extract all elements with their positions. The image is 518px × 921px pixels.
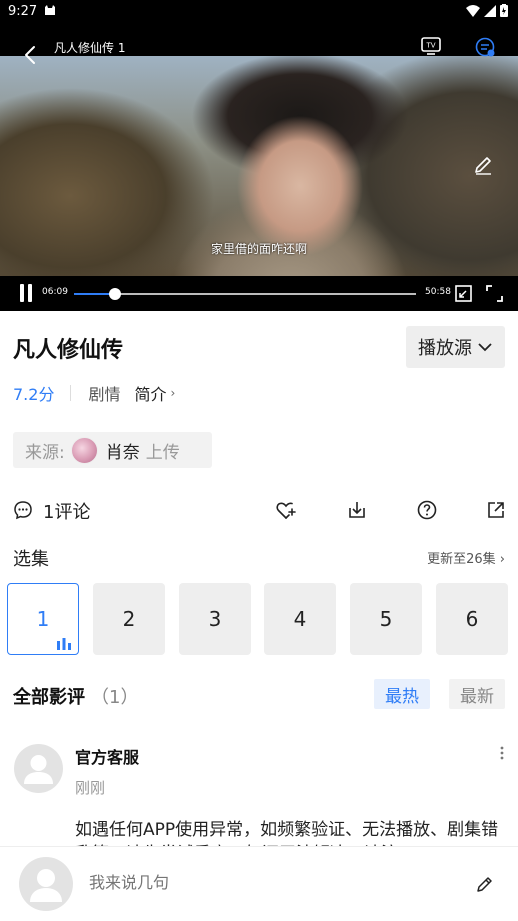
player-controls: 06:09 50:58 <box>0 276 518 311</box>
app-notification-icon <box>45 5 55 15</box>
action-row: 1评论 <box>0 494 518 526</box>
download-icon[interactable] <box>346 499 368 521</box>
total-time: 50:58 <box>425 287 451 297</box>
user-placeholder-icon <box>30 869 62 902</box>
comment-icon[interactable] <box>13 500 33 520</box>
episode-button[interactable]: 5 <box>350 583 422 655</box>
score: 7.2分 <box>13 385 55 404</box>
meta-row: 7.2分 剧情 简介 › <box>13 382 175 404</box>
source-dropdown-button[interactable]: 播放源 <box>406 326 505 368</box>
intro-link[interactable]: 简介 <box>134 381 166 405</box>
episode-number: 4 <box>293 607 307 631</box>
uploader-avatar <box>70 436 98 464</box>
sort-new-button[interactable]: 最新 <box>449 679 505 709</box>
pencil-icon[interactable] <box>472 154 494 176</box>
back-icon[interactable] <box>20 44 42 66</box>
progress-thumb[interactable] <box>109 288 122 300</box>
help-icon[interactable] <box>416 499 438 521</box>
reviews-title: 全部影评 <box>13 687 85 708</box>
episode-button[interactable]: 6 <box>436 583 508 655</box>
signal-icon <box>484 4 496 17</box>
uploader-action: 上传 <box>145 442 180 463</box>
review-time: 刚刚 <box>75 779 106 797</box>
uploader-chip[interactable]: 来源: 肖奈 上传 <box>13 432 212 468</box>
share-icon[interactable] <box>485 499 507 521</box>
status-bar: 9:27 <box>0 0 518 24</box>
genre-tag[interactable]: 剧情 <box>88 381 120 405</box>
sort-hot-button[interactable]: 最热 <box>374 679 430 709</box>
episode-button[interactable]: 2 <box>93 583 165 655</box>
uploader-label: 来源: <box>25 442 65 463</box>
avatar[interactable] <box>14 744 63 793</box>
review-item: 官方客服 刚刚 如遇任何APP使用异常，如频繁验证、无法播放、剧集错乱等，请先尝… <box>0 740 518 850</box>
episode-grid: 1 2 3 4 5 6 <box>7 583 511 655</box>
episodes-label: 选集 <box>13 549 49 570</box>
tv-cast-icon[interactable]: TV <box>420 36 442 56</box>
favorite-icon[interactable] <box>275 499 297 521</box>
mini-window-icon[interactable] <box>455 285 472 302</box>
user-placeholder-icon <box>24 755 53 784</box>
episode-number: 3 <box>208 607 222 631</box>
current-time: 06:09 <box>42 287 68 297</box>
episode-number: 5 <box>379 607 393 631</box>
episode-button[interactable]: 4 <box>264 583 336 655</box>
status-time: 9:27 <box>8 4 38 19</box>
video-subtitle: 家里借的面咋还啊 <box>210 242 307 256</box>
episode-button[interactable]: 3 <box>179 583 251 655</box>
progress-bar[interactable] <box>74 288 416 300</box>
system-icons <box>466 4 508 17</box>
pause-icon[interactable] <box>18 284 34 302</box>
comment-input[interactable] <box>89 873 449 892</box>
episode-button[interactable]: 1 <box>7 583 79 655</box>
comment-count[interactable]: 1评论 <box>43 498 90 524</box>
fullscreen-icon[interactable] <box>486 285 503 302</box>
episode-number: 2 <box>122 607 136 631</box>
episode-number: 6 <box>465 607 479 631</box>
divider <box>70 385 72 401</box>
reviews-heading: 全部影评 （1） <box>13 683 138 709</box>
battery-icon <box>500 4 508 17</box>
episodes-update-link[interactable]: 更新至26集 › <box>427 548 505 567</box>
video-title: 凡人修仙传 1 <box>54 41 126 55</box>
episode-number: 1 <box>36 607 50 631</box>
uploader-name: 肖奈 <box>105 442 140 463</box>
reviews-count: （1） <box>91 687 139 708</box>
show-title: 凡人修仙传 <box>13 338 124 363</box>
chevron-down-icon <box>478 343 492 352</box>
episodes-update-text: 更新至26集 <box>427 552 496 567</box>
playing-indicator-icon <box>57 638 71 650</box>
reviewer-name[interactable]: 官方客服 <box>75 744 139 768</box>
more-icon[interactable] <box>496 745 508 761</box>
danmu-icon[interactable] <box>474 36 496 58</box>
comment-bar <box>0 846 518 921</box>
edit-icon[interactable] <box>475 874 495 894</box>
video-player[interactable]: 凡人修仙传 1 TV 家里借的面咋还啊 06:09 50:58 <box>0 24 518 311</box>
svg-text:TV: TV <box>425 42 435 50</box>
avatar[interactable] <box>19 857 73 911</box>
wifi-icon <box>466 4 480 17</box>
chevron-right-icon: › <box>499 552 505 567</box>
source-button-label: 播放源 <box>418 338 472 359</box>
chevron-right-icon: › <box>170 386 176 400</box>
